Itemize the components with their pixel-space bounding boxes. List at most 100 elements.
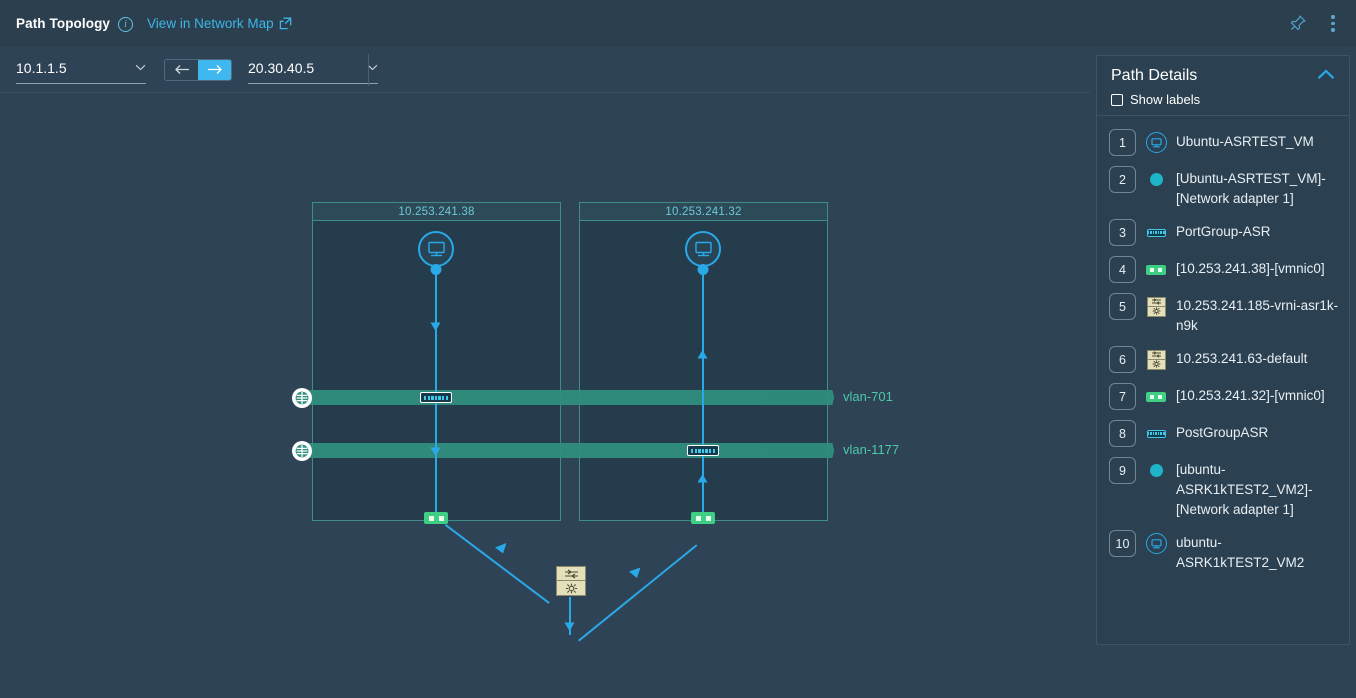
destination-endpoint-select[interactable]: 20.30.40.5 bbox=[248, 56, 378, 84]
list-item[interactable]: 8 PostGroupASR bbox=[1097, 415, 1349, 452]
chevron-up-icon[interactable] bbox=[1317, 67, 1335, 85]
path-arrow-right-lower bbox=[697, 470, 708, 488]
list-item-label: 10.253.241.185-vrni-asr1k-n9k bbox=[1176, 298, 1339, 333]
path-details-list[interactable]: 1 Ubuntu-ASRTEST_VM 2 [Ubuntu-ASRTEST_VM… bbox=[1097, 116, 1349, 644]
list-item[interactable]: 9 [ubuntu-ASRK1kTEST2_VM2]-[Network adap… bbox=[1097, 452, 1349, 525]
view-in-network-map-label: View in Network Map bbox=[147, 16, 274, 31]
path-arrow-into-fabric bbox=[564, 619, 575, 637]
list-item[interactable]: 7 [10.253.241.32]-[vmnic0] bbox=[1097, 378, 1349, 415]
step-number: 5 bbox=[1109, 293, 1136, 320]
step-number: 7 bbox=[1109, 383, 1136, 410]
step-number: 2 bbox=[1109, 166, 1136, 193]
list-item-label: [10.253.241.38]-[vmnic0] bbox=[1176, 261, 1325, 276]
path-details-panel: Path Details Show labels 1 Ubuntu-ASRTES… bbox=[1096, 55, 1350, 645]
step-number: 10 bbox=[1109, 530, 1136, 557]
vmnic-icon bbox=[1145, 383, 1167, 410]
step-number: 4 bbox=[1109, 256, 1136, 283]
step-number: 6 bbox=[1109, 346, 1136, 373]
header-left-group: Path Topology i View in Network Map bbox=[0, 16, 292, 32]
step-number: 3 bbox=[1109, 219, 1136, 246]
toolbar-divider bbox=[368, 54, 369, 86]
show-labels-label: Show labels bbox=[1130, 92, 1201, 107]
portgroup-icon bbox=[1145, 219, 1167, 246]
list-item[interactable]: 3 PortGroup-ASR bbox=[1097, 214, 1349, 251]
view-in-network-map-link[interactable]: View in Network Map bbox=[147, 16, 292, 31]
source-endpoint-value: 10.1.1.5 bbox=[16, 59, 67, 76]
vmnic-icon bbox=[1145, 256, 1167, 283]
adapter-icon bbox=[1145, 457, 1167, 484]
chevron-down-icon bbox=[135, 64, 146, 71]
list-item[interactable]: 5 10.253.241.185-vrni-asr1k-n9k bbox=[1097, 288, 1349, 341]
switch-node-upper[interactable] bbox=[556, 566, 586, 596]
path-arrow-left-diagonal bbox=[494, 541, 507, 559]
list-item[interactable]: 1 Ubuntu-ASRTEST_VM bbox=[1097, 124, 1349, 161]
vm-node-left[interactable] bbox=[418, 231, 454, 275]
direction-reverse-button[interactable] bbox=[165, 60, 198, 80]
show-labels-row[interactable]: Show labels bbox=[1111, 92, 1335, 107]
show-labels-checkbox[interactable] bbox=[1111, 93, 1123, 106]
vm-adapter-dot-right bbox=[697, 264, 709, 275]
external-link-icon bbox=[279, 17, 291, 30]
direction-forward-button[interactable] bbox=[198, 59, 231, 80]
portgroup-node-right[interactable] bbox=[687, 445, 719, 456]
list-item-label: [ubuntu-ASRK1kTEST2_VM2]-[Network adapte… bbox=[1176, 462, 1313, 517]
list-item[interactable]: 6 10.253.241.63-default bbox=[1097, 341, 1349, 378]
vm-adapter-dot-left bbox=[430, 264, 442, 275]
adapter-icon bbox=[1145, 166, 1167, 193]
direction-toggle bbox=[164, 58, 232, 81]
host-right-label: 10.253.241.32 bbox=[580, 203, 827, 221]
vm-node-right[interactable] bbox=[685, 231, 721, 275]
list-item-label: Ubuntu-ASRTEST_VM bbox=[1176, 134, 1314, 149]
list-item-label: PostGroupASR bbox=[1176, 425, 1269, 440]
portgroup-icon bbox=[1145, 420, 1167, 447]
endpoint-bar: 10.1.1.5 20.30.40.5 bbox=[0, 47, 1090, 92]
app-header: Path Topology i View in Network Map bbox=[0, 0, 1356, 47]
switch-glyph-upper bbox=[556, 566, 586, 581]
step-number: 9 bbox=[1109, 457, 1136, 484]
topology-canvas[interactable]: 10.253.241.38 10.253.241.32 vlan-701 vla… bbox=[0, 92, 1090, 698]
vmnic-node-left[interactable] bbox=[424, 512, 448, 524]
step-number: 1 bbox=[1109, 129, 1136, 156]
portgroup-node-left[interactable] bbox=[420, 392, 452, 403]
more-vertical-icon[interactable] bbox=[1322, 13, 1344, 35]
source-endpoint-select[interactable]: 10.1.1.5 bbox=[16, 56, 146, 84]
vm-icon bbox=[685, 231, 721, 267]
vlan-bar-701[interactable] bbox=[300, 390, 834, 405]
router-glyph-upper bbox=[556, 581, 586, 596]
path-line-fabric-to-right bbox=[578, 544, 698, 642]
list-item-label: ubuntu-ASRK1kTEST2_VM2 bbox=[1176, 535, 1305, 570]
page-title: Path Topology bbox=[16, 16, 111, 31]
switch-icon bbox=[1145, 346, 1167, 373]
path-details-title: Path Details bbox=[1111, 67, 1198, 84]
vm-icon bbox=[1145, 530, 1167, 557]
list-item[interactable]: 4 [10.253.241.38]-[vmnic0] bbox=[1097, 251, 1349, 288]
path-arrow-right-upper bbox=[697, 346, 708, 364]
path-topology-app: Path Topology i View in Network Map 10.1… bbox=[0, 0, 1356, 698]
vm-icon bbox=[1145, 129, 1167, 156]
list-item-label: PortGroup-ASR bbox=[1176, 224, 1271, 239]
list-item-label: 10.253.241.63-default bbox=[1176, 351, 1308, 366]
path-details-header: Path Details Show labels bbox=[1097, 56, 1349, 116]
vlan-icon-1177[interactable] bbox=[292, 441, 312, 461]
vlan-bar-1177[interactable] bbox=[300, 443, 834, 458]
list-item[interactable]: 10 ubuntu-ASRK1kTEST2_VM2 bbox=[1097, 525, 1349, 578]
path-arrow-left-lower bbox=[430, 444, 441, 462]
header-actions bbox=[1286, 0, 1344, 47]
list-item-label: [Ubuntu-ASRTEST_VM]-[Network adapter 1] bbox=[1176, 171, 1326, 206]
info-icon[interactable]: i bbox=[118, 16, 134, 32]
destination-endpoint-value: 20.30.40.5 bbox=[248, 59, 315, 76]
path-arrow-right-diagonal bbox=[628, 566, 641, 584]
host-left-label: 10.253.241.38 bbox=[313, 203, 560, 221]
step-number: 8 bbox=[1109, 420, 1136, 447]
vmnic-node-right[interactable] bbox=[691, 512, 715, 524]
list-item[interactable]: 2 [Ubuntu-ASRTEST_VM]-[Network adapter 1… bbox=[1097, 161, 1349, 214]
path-line-left-to-switch bbox=[444, 524, 550, 604]
vlan-label-1177: vlan-1177 bbox=[843, 442, 900, 457]
pin-icon[interactable] bbox=[1286, 13, 1308, 35]
vlan-icon-701[interactable] bbox=[292, 388, 312, 408]
switch-icon bbox=[1145, 293, 1167, 320]
list-item-label: [10.253.241.32]-[vmnic0] bbox=[1176, 388, 1325, 403]
vlan-label-701: vlan-701 bbox=[843, 389, 893, 404]
path-arrow-left-upper bbox=[430, 319, 441, 337]
vm-icon bbox=[418, 231, 454, 267]
